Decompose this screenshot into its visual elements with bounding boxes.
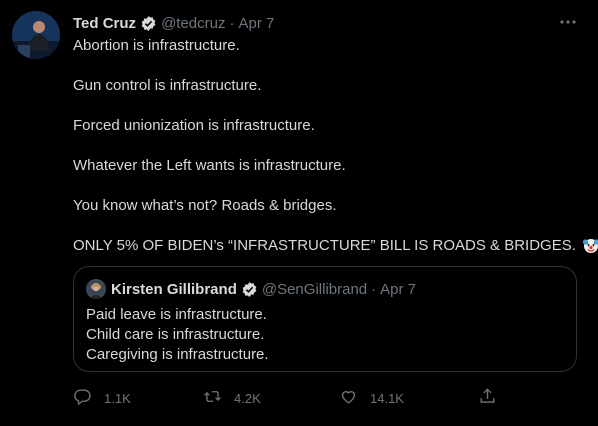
quoted-tweet[interactable]: Kirsten Gillibrand @SenGillibrand · Apr … (73, 266, 577, 372)
tweet-line: ONLY 5% OF BIDEN’s “INFRASTRUCTURE” BILL… (73, 237, 576, 254)
verified-badge-icon (241, 281, 258, 298)
retweet-icon (203, 387, 222, 409)
separator-dot: · (371, 280, 377, 298)
tweet-line: You know what’s not? Roads & bridges. (73, 197, 337, 214)
quoted-author-handle[interactable]: @SenGillibrand (262, 281, 367, 298)
retweet-count: 4.2K (234, 390, 261, 406)
author-name[interactable]: Ted Cruz (73, 15, 136, 32)
like-count: 14.1K (370, 390, 404, 406)
separator-dot: · (229, 14, 235, 32)
quoted-line: Paid leave is infrastructure. (86, 306, 267, 323)
quoted-line: Child care is infrastructure. (86, 326, 265, 343)
reply-count: 1.1K (104, 390, 131, 406)
quoted-author-name[interactable]: Kirsten Gillibrand (111, 281, 237, 298)
more-options-icon[interactable] (558, 12, 578, 32)
tweet-header: Ted Cruz @tedcruz · Apr 7 (73, 13, 274, 33)
quoted-line: Caregiving is infrastructure. (86, 346, 269, 363)
reply-button[interactable]: 1.1K (73, 386, 131, 410)
tweet-line: Gun control is infrastructure. (73, 77, 262, 94)
like-button[interactable]: 14.1K (339, 386, 404, 410)
tweet-date[interactable]: Apr 7 (238, 15, 274, 32)
tweet-actions: 1.1K 4.2K 14.1K (73, 386, 503, 410)
quoted-header: Kirsten Gillibrand @SenGillibrand · Apr … (111, 279, 416, 299)
share-button[interactable] (478, 386, 497, 410)
heart-icon (339, 387, 358, 409)
tweet-line: Forced unionization is infrastructure. (73, 117, 315, 134)
tweet-line: Abortion is infrastructure. (73, 37, 240, 54)
tweet-line-final: ONLY 5% OF BIDEN’s “INFRASTRUCTURE” BILL… (73, 236, 598, 256)
verified-badge-icon (140, 15, 157, 32)
tweet-text: Abortion is infrastructure. Gun control … (73, 36, 598, 256)
quoted-date[interactable]: Apr 7 (380, 281, 416, 298)
avatar[interactable] (12, 11, 60, 59)
quoted-text: Paid leave is infrastructure. Child care… (86, 305, 269, 365)
share-icon (478, 387, 497, 409)
tweet-line: Whatever the Left wants is infrastructur… (73, 157, 346, 174)
clown-face-icon (582, 236, 598, 254)
author-handle[interactable]: @tedcruz (161, 15, 225, 32)
quoted-avatar[interactable] (86, 279, 106, 299)
tweet[interactable]: Ted Cruz @tedcruz · Apr 7 Abortion is in… (0, 0, 598, 426)
retweet-button[interactable]: 4.2K (203, 386, 261, 410)
reply-icon (73, 387, 92, 409)
